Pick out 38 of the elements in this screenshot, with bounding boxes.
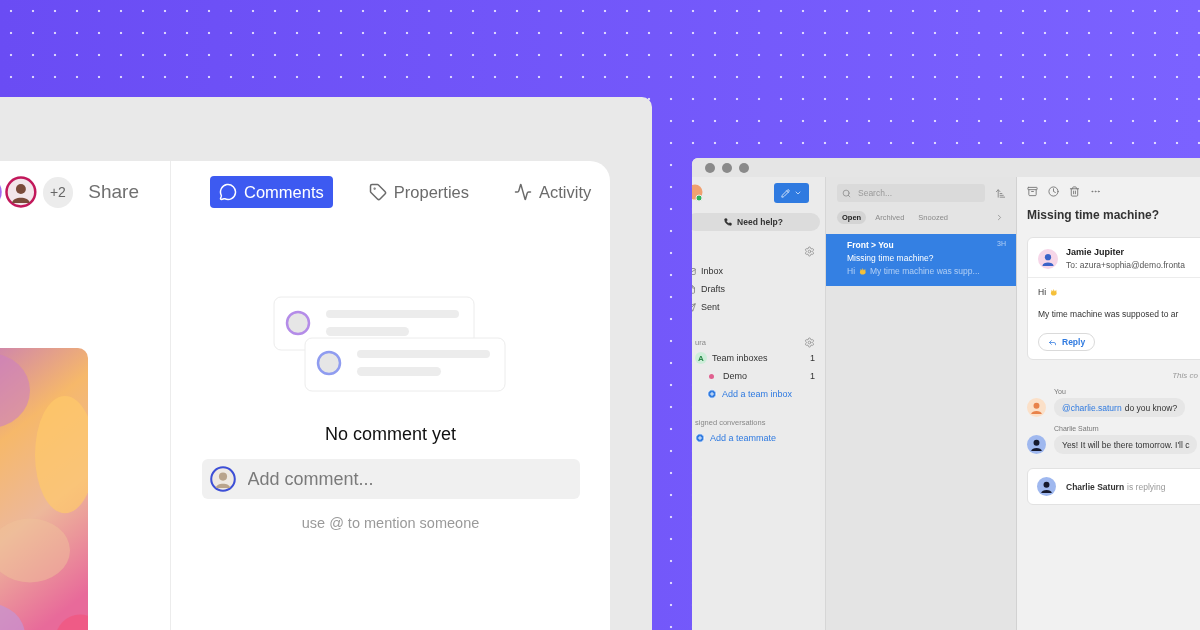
typing-status: is replying — [1127, 481, 1166, 492]
thread-title: Missing time machine? — [1027, 208, 1161, 222]
comment-field[interactable]: Add comment... — [245, 467, 572, 491]
sidebar-item[interactable]: Demo 1 — [692, 367, 825, 385]
message-body: My time machine was supposed to ar — [1038, 309, 1179, 319]
add-teammate-link[interactable]: Add a teammate — [692, 429, 825, 447]
comment-box[interactable]: Add comment... — [201, 459, 580, 499]
share-button[interactable]: Share — [82, 181, 139, 203]
item-count: 1 — [810, 371, 815, 381]
sidebar-item[interactable]: A Team inboxes 1 — [692, 349, 825, 367]
reply-button[interactable]: Reply — [1038, 333, 1096, 351]
typing-name: Charlie Saturn — [1066, 481, 1125, 492]
comment-text: Yes! It will be there tomorrow. I'll c — [1062, 439, 1190, 450]
sidebar-item[interactable]: Drafts — [692, 280, 825, 298]
recipients: To: azura+sophia@demo.fronta — [1066, 260, 1185, 270]
empty-state-title: No comment yet — [324, 424, 456, 445]
sender-name: Jamie Jupiter — [1066, 247, 1126, 257]
sidebar-item[interactable]: Inbox — [692, 262, 825, 280]
add-team-inbox-link[interactable]: Add a team inbox — [692, 385, 825, 403]
message-greeting: Hi — [1038, 287, 1047, 297]
tab[interactable]: Properties — [359, 176, 478, 208]
thread-notice: This co — [1172, 371, 1199, 380]
conversation-subject: Missing time machine? — [847, 253, 934, 263]
comment-text: do you know? — [1124, 402, 1178, 413]
tab[interactable]: Activity — [505, 176, 601, 208]
extra-count: +2 — [42, 176, 74, 208]
item-label: Demo — [723, 371, 747, 381]
mention-hint: use @ to mention someone — [301, 515, 480, 531]
sidebar-item[interactable]: Sent — [692, 298, 825, 316]
team-badge: A — [695, 352, 707, 364]
preview-greeting: Hi — [847, 266, 856, 276]
conversation-preview: My time machine was supp... — [870, 266, 980, 276]
mention-link[interactable]: @charlie.saturn — [1062, 402, 1122, 413]
item-label: Team inboxes — [712, 353, 768, 363]
item-count: 1 — [810, 353, 815, 363]
tab[interactable]: Comments — [210, 176, 333, 208]
conversation-participants: Front > You — [847, 240, 894, 250]
help-button[interactable]: Need help? — [692, 213, 820, 231]
